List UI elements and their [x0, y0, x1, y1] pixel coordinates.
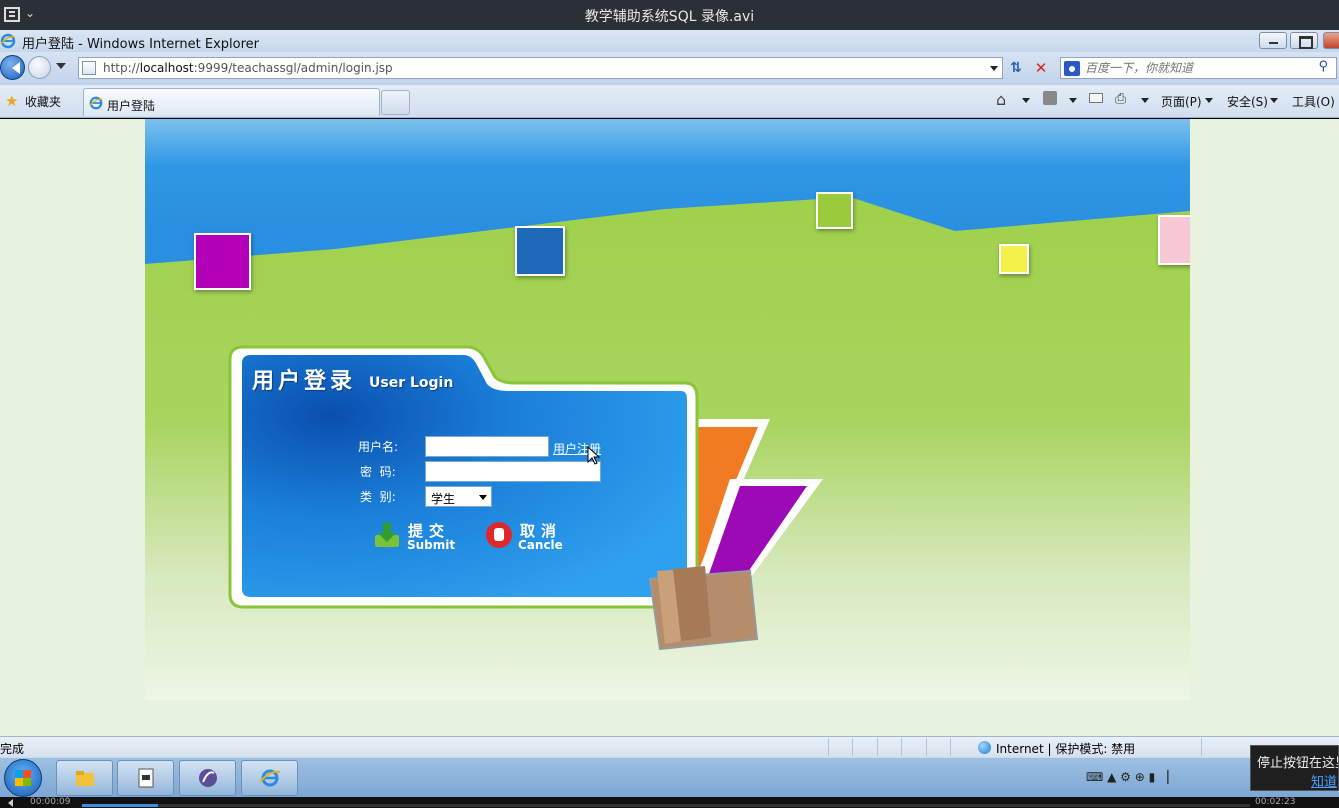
print-icon[interactable]: ⎙ [1115, 91, 1126, 107]
safety-menu-dropdown-icon[interactable] [1270, 98, 1278, 107]
status-divider [926, 738, 927, 756]
print-dropdown-icon[interactable] [1141, 98, 1149, 107]
tooltip-link[interactable]: 知道 [1311, 771, 1337, 790]
current-time: 00:00:09 [30, 797, 71, 807]
chevron-down-icon [479, 495, 487, 504]
login-title-en: User Login [369, 375, 454, 391]
username-label: 用户名: [358, 440, 399, 454]
forward-button[interactable] [28, 56, 51, 79]
taskbar-explorer[interactable] [56, 760, 113, 796]
taskbar-internet-explorer[interactable] [241, 760, 298, 796]
window-title: 用户登陆 - Windows Internet Explorer [22, 37, 259, 52]
system-tray[interactable]: ⌨ ▲ ⚙ ⊕ ▮ ▕ [1086, 770, 1168, 784]
home-dropdown-icon[interactable] [1022, 98, 1030, 107]
status-divider [852, 738, 853, 756]
page-content: 用户登录 User Login 用户名: 用户注册 密 码: 类 别: 学生 提… [0, 119, 1339, 736]
status-text: 完成 [0, 742, 25, 756]
submit-label-en: Submit [407, 538, 456, 552]
page-icon [82, 61, 96, 75]
username-input[interactable] [426, 437, 548, 456]
search-box[interactable]: ⚲ [1060, 57, 1337, 79]
player-title-bar: ⌄ 教学辅助系统SQL 录像.avi [0, 0, 1339, 30]
feeds-dropdown-icon[interactable] [1069, 98, 1077, 107]
password-field[interactable] [425, 461, 601, 482]
submit-button[interactable]: 提交 Submit [373, 519, 463, 555]
username-field[interactable] [425, 436, 549, 457]
taskbar-document[interactable] [117, 760, 174, 796]
status-divider [877, 738, 878, 756]
tab-login[interactable]: 用户登陆 [83, 88, 380, 116]
search-input[interactable] [1085, 60, 1310, 76]
folder-icon [76, 771, 94, 786]
login-background: 用户登录 User Login 用户名: 用户注册 密 码: 类 别: 学生 提… [145, 119, 1190, 700]
tools-menu[interactable]: 工具(O) [1292, 93, 1335, 110]
eclipse-icon [199, 769, 217, 787]
player-controls: 00:00:09 00:02:23 [0, 797, 1339, 808]
recent-pages-dropdown[interactable] [56, 63, 66, 74]
windows-taskbar: ⌨ ▲ ⚙ ⊕ ▮ ▕ [0, 757, 1339, 797]
stop-hand-icon [486, 522, 512, 548]
address-url[interactable]: http://localhost:9999/teachassgl/admin/l… [103, 61, 393, 75]
refresh-icon[interactable]: ⇅ [1006, 59, 1026, 77]
type-select[interactable]: 学生 [425, 486, 492, 507]
submit-download-icon [375, 523, 399, 547]
tooltip: 停止按钮在这里 知道 [1250, 745, 1339, 791]
password-label: 密 码: [360, 465, 396, 479]
ie-icon [259, 769, 281, 787]
start-button[interactable] [4, 759, 42, 797]
search-icon[interactable]: ⚲ [1318, 59, 1328, 74]
page-menu-dropdown-icon[interactable] [1205, 98, 1213, 107]
address-bar[interactable]: http://localhost:9999/teachassgl/admin/l… [78, 57, 1003, 79]
favorites-toolbar: ★ 收藏夹 用户登陆 ⌂ ⎙ 页面(P) 安全(S) 工具(O) [0, 85, 1339, 118]
close-button[interactable] [1323, 32, 1339, 49]
status-divider [828, 738, 829, 756]
home-icon[interactable]: ⌂ [996, 90, 1006, 109]
internet-zone-icon [978, 741, 991, 754]
status-bar: 完成 Internet | 保护模式: 禁用 [0, 736, 1339, 757]
security-zone[interactable]: Internet | 保护模式: 禁用 [996, 740, 1135, 757]
stop-icon[interactable]: ✕ [1031, 59, 1051, 77]
type-select-value: 学生 [431, 492, 456, 506]
tab-label: 用户登陆 [107, 99, 156, 113]
ie-window-title-bar: 用户登陆 - Windows Internet Explorer [0, 30, 1339, 52]
maximize-button[interactable] [1290, 32, 1318, 49]
ie-logo-icon [0, 33, 16, 49]
progress-bar[interactable] [82, 804, 1250, 807]
type-label: 类 别: [360, 490, 396, 504]
favorites-star-icon[interactable]: ★ [5, 92, 18, 110]
total-time: 00:02:23 [1255, 797, 1296, 807]
document-icon [138, 768, 154, 788]
address-dropdown-icon[interactable] [990, 66, 998, 75]
status-divider [901, 738, 902, 756]
player-title: 教学辅助系统SQL 录像.avi [584, 9, 755, 25]
baidu-icon [1064, 61, 1080, 76]
mail-icon[interactable] [1089, 93, 1103, 103]
rewind-icon[interactable] [4, 799, 13, 807]
login-card-graphic [228, 345, 823, 651]
mouse-cursor-icon [587, 446, 601, 465]
password-input[interactable] [426, 462, 600, 481]
favorites-button[interactable]: 收藏夹 [25, 93, 61, 110]
login-title-cn: 用户登录 [252, 369, 357, 394]
safety-menu[interactable]: 安全(S) [1227, 93, 1268, 110]
ie-tab-icon [89, 96, 103, 110]
minimize-button[interactable] [1259, 32, 1287, 49]
new-tab-button[interactable] [381, 90, 410, 115]
taskbar-eclipse[interactable] [179, 760, 236, 796]
tooltip-text: 停止按钮在这里 [1257, 756, 1339, 771]
cancel-label-en: Cancle [518, 538, 563, 552]
address-toolbar: http://localhost:9999/teachassgl/admin/l… [0, 52, 1339, 85]
back-button[interactable] [0, 55, 25, 80]
feeds-icon[interactable] [1043, 91, 1057, 105]
cancel-button[interactable]: 取消 Cancle [485, 519, 575, 555]
progress-fill [82, 804, 158, 807]
status-divider [950, 738, 951, 756]
status-divider [1201, 738, 1202, 756]
page-menu[interactable]: 页面(P) [1161, 93, 1202, 110]
